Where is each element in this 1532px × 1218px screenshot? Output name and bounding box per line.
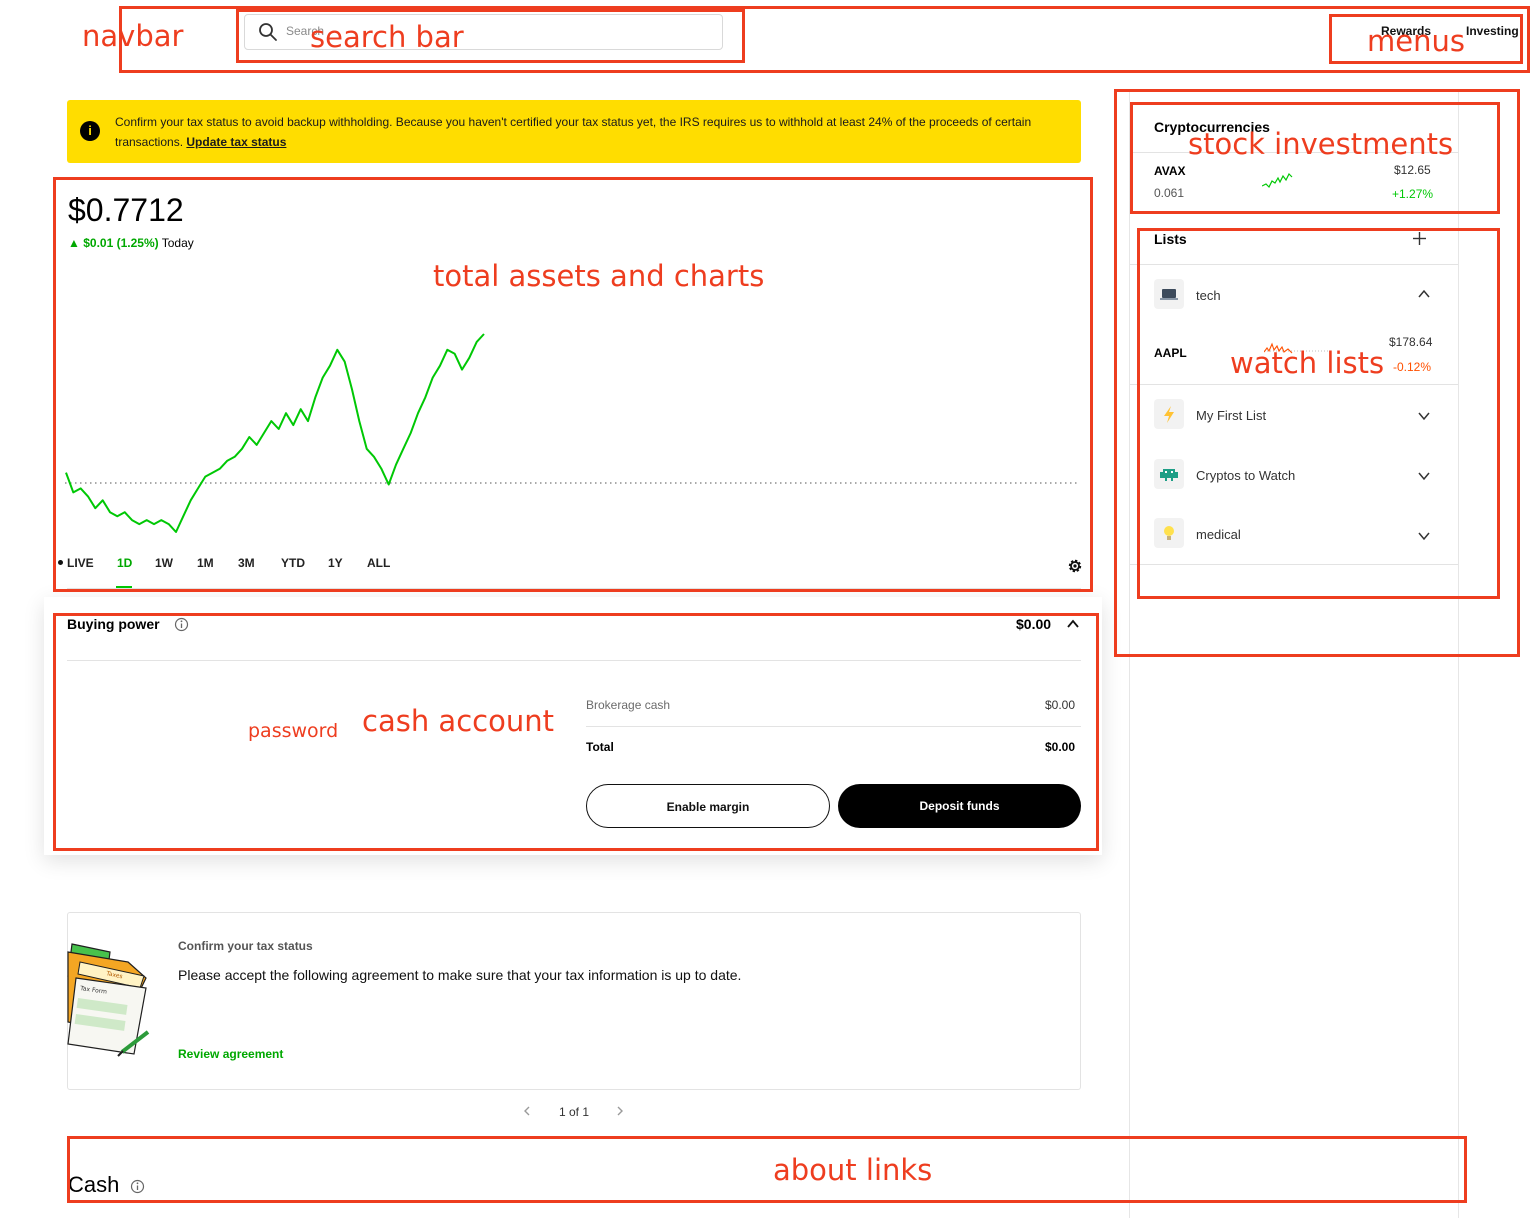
annotation-stock-investments: stock investments: [1188, 127, 1454, 161]
info-icon: i: [80, 121, 100, 141]
annotation-navbar: navbar: [82, 19, 184, 53]
pager-text: 1 of 1: [559, 1105, 590, 1119]
tax-folder-illustration: Taxes Tax Form: [67, 943, 150, 1057]
review-agreement-link[interactable]: Review agreement: [178, 1047, 283, 1061]
chevron-right-icon[interactable]: [614, 1105, 626, 1117]
annotation-watch-lists: watch lists: [1230, 346, 1385, 380]
annotation-total-assets: total assets and charts: [433, 259, 765, 293]
annotation-assets-box: [53, 177, 1093, 592]
tax-status-banner: i Confirm your tax status to avoid backu…: [67, 100, 1081, 163]
tax-card-title: Confirm your tax status: [178, 939, 313, 953]
annotation-about-links: about links: [773, 1153, 933, 1187]
tax-card-body: Please accept the following agreement to…: [178, 967, 742, 983]
banner-message: Confirm your tax status to avoid backup …: [115, 112, 1045, 152]
annotation-watchlist-box: [1137, 228, 1500, 599]
annotation-about-box: [67, 1136, 1467, 1203]
annotation-search-bar: search bar: [310, 20, 464, 54]
chevron-left-icon[interactable]: [521, 1105, 533, 1117]
annotation-cash-account: cash account: [362, 704, 554, 738]
update-tax-status-link[interactable]: Update tax status: [186, 135, 286, 149]
annotation-menus: menus: [1367, 24, 1465, 58]
annotation-cash-box: [53, 613, 1099, 851]
annotation-password: password: [248, 720, 339, 742]
